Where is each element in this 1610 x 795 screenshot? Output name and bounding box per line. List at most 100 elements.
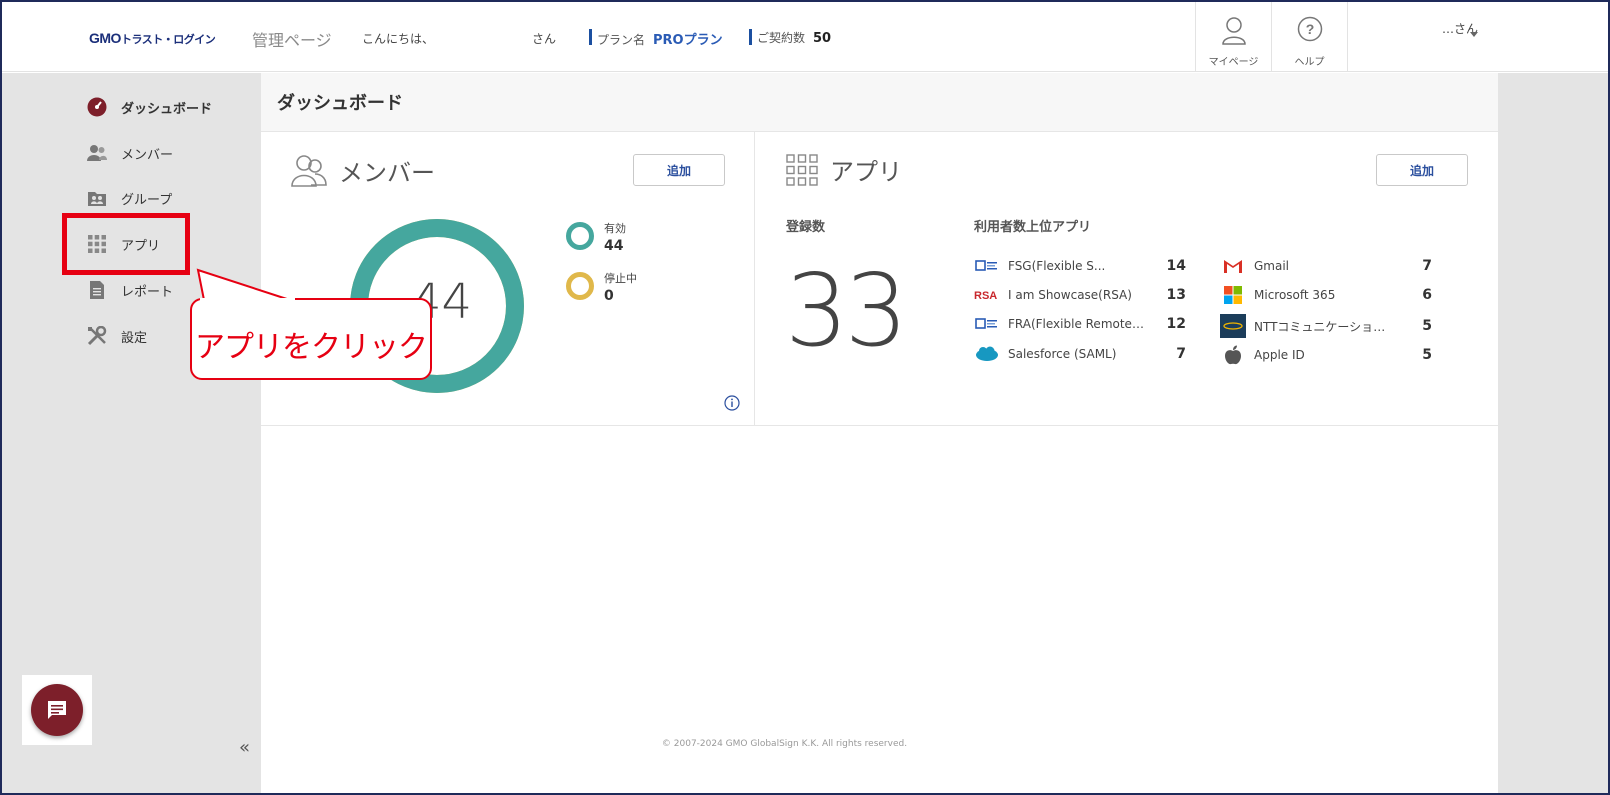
help-button[interactable]: ? ヘルプ xyxy=(1271,2,1347,72)
active-ring-icon xyxy=(566,222,594,250)
top-header: GMOトラスト・ログイン 管理ページ こんにちは、 さん プラン名 PROプラン … xyxy=(2,2,1608,72)
member-title-text: メンバー xyxy=(339,158,435,187)
collapse-sidebar-button[interactable]: « xyxy=(239,737,250,758)
app-count: 14 xyxy=(1166,258,1186,274)
app-row[interactable]: RSA I am Showcase(RSA) 13 xyxy=(974,284,1186,306)
logo-main: GMO xyxy=(89,30,121,46)
add-app-button[interactable]: 追加 xyxy=(1376,154,1468,186)
app-name: Apple ID xyxy=(1254,348,1305,362)
apps-outline-icon xyxy=(786,153,818,186)
app-title-text: アプリ xyxy=(830,158,902,186)
app-row[interactable]: Apple ID 5 xyxy=(1220,344,1432,366)
app-count: 5 xyxy=(1422,347,1432,363)
page-title: ダッシュボード xyxy=(277,93,403,114)
header-divider xyxy=(1347,2,1348,72)
sidebar-item-label: レポート xyxy=(121,284,174,300)
members-icon xyxy=(87,145,107,161)
app-row[interactable]: NTTコミュニケーション... 5 xyxy=(1220,314,1432,338)
legend-active-label: 有効 xyxy=(604,222,626,235)
sidebar-item-group[interactable]: グループ xyxy=(87,186,172,210)
app-name: Salesforce (SAML) xyxy=(1008,347,1117,361)
registered-count: 33 xyxy=(785,252,908,369)
annotation-callout-tail xyxy=(196,268,295,304)
app-row[interactable]: FSG(Flexible S... 14 xyxy=(974,255,1186,277)
app-name: Gmail xyxy=(1254,259,1290,273)
ntt-icon xyxy=(1220,314,1246,338)
right-gutter xyxy=(1498,73,1608,793)
legend-suspended: 停止中 0 xyxy=(566,270,637,304)
top-apps-label: 利用者数上位アプリ xyxy=(974,220,1092,235)
legend-suspended-value: 0 xyxy=(604,288,614,304)
sidebar-item-label: メンバー xyxy=(121,147,174,163)
app-name: FSG(Flexible S... xyxy=(1008,259,1106,273)
registered-label: 登録数 xyxy=(786,220,826,235)
logo-sub: トラスト・ログイン xyxy=(120,33,216,46)
plan-value: PROプラン xyxy=(653,33,723,48)
chat-button[interactable] xyxy=(31,684,83,736)
chat-icon xyxy=(48,701,66,719)
rsa-icon: RSA xyxy=(974,284,1000,306)
apple-icon xyxy=(1220,344,1246,366)
header-title: 管理ページ xyxy=(252,31,332,50)
info-icon[interactable] xyxy=(724,395,740,411)
contract-value: 50 xyxy=(813,31,832,46)
annotation-highlight-box xyxy=(62,213,190,275)
sidebar-item-label: グループ xyxy=(121,192,173,208)
members-outline-icon xyxy=(291,155,327,187)
app-row[interactable]: Gmail 7 xyxy=(1220,255,1432,277)
copyright-footer: © 2007-2024 GMO GlobalSign K.K. All righ… xyxy=(661,739,908,749)
help-icon: ? xyxy=(1297,16,1323,42)
plan-label: プラン名 xyxy=(597,33,646,47)
fra-icon xyxy=(974,313,1000,335)
report-icon xyxy=(90,281,104,299)
mypage-button[interactable]: マイページ xyxy=(1195,2,1271,72)
sidebar-item-settings[interactable]: 設定 xyxy=(87,324,147,348)
app-name: I am Showcase(RSA) xyxy=(1008,288,1132,302)
app-row[interactable]: FRA(Flexible Remote Acc... 12 xyxy=(974,313,1186,335)
chevron-down-icon[interactable] xyxy=(1470,32,1478,37)
page-header: ダッシュボード xyxy=(261,73,1498,132)
mypage-label: マイページ xyxy=(1208,57,1259,68)
salesforce-icon xyxy=(974,343,1000,365)
app-card: アプリ 追加 登録数 33 利用者数上位アプリ FSG(Flexible S..… xyxy=(755,132,1498,426)
microsoft-icon xyxy=(1220,284,1246,306)
app-count: 13 xyxy=(1166,287,1186,303)
legend-active-value: 44 xyxy=(604,238,624,254)
legend-suspended-label: 停止中 xyxy=(604,272,637,285)
dashboard-icon xyxy=(87,97,107,117)
help-label: ヘルプ xyxy=(1294,57,1325,68)
annotation-callout-text: アプリをクリック xyxy=(195,330,428,365)
member-card: メンバー 追加 44 有効 44 停止中 0 xyxy=(261,132,755,426)
group-icon xyxy=(88,192,106,206)
app-count: 12 xyxy=(1166,316,1186,332)
suspended-ring-icon xyxy=(566,272,594,300)
contract-info: ご契約数 50 xyxy=(749,29,832,46)
app-row[interactable]: Microsoft 365 6 xyxy=(1220,284,1432,306)
gmail-icon xyxy=(1220,255,1246,277)
member-card-title: メンバー xyxy=(291,152,435,188)
logo[interactable]: GMOトラスト・ログイン xyxy=(89,30,216,47)
svg-text:?: ? xyxy=(1306,21,1315,37)
sidebar-item-dashboard[interactable]: ダッシュボード xyxy=(87,95,212,119)
app-name: FRA(Flexible Remote Acc... xyxy=(1008,317,1146,331)
app-count: 6 xyxy=(1422,287,1432,303)
app-count: 7 xyxy=(1176,346,1186,362)
settings-icon xyxy=(87,326,107,346)
contract-label: ご契約数 xyxy=(757,31,806,45)
sidebar-item-label: ダッシュボード xyxy=(121,101,213,117)
greeting-text: こんにちは、 xyxy=(362,32,435,46)
legend-active: 有効 44 xyxy=(566,220,626,254)
svg-text:RSA: RSA xyxy=(974,290,997,302)
app-card-title: アプリ xyxy=(786,152,902,187)
app-count: 5 xyxy=(1422,318,1432,334)
greeting-suffix: さん xyxy=(532,32,557,46)
app-count: 7 xyxy=(1422,258,1432,274)
sidebar-item-label: 設定 xyxy=(121,330,148,346)
sidebar-item-report[interactable]: レポート xyxy=(87,278,173,302)
sidebar-item-members[interactable]: メンバー xyxy=(87,141,173,165)
fsg-icon xyxy=(974,255,1000,277)
app-name: NTTコミュニケーション... xyxy=(1254,319,1392,334)
app-row[interactable]: Salesforce (SAML) 7 xyxy=(974,343,1186,365)
add-member-button[interactable]: 追加 xyxy=(633,154,725,186)
chat-widget xyxy=(22,675,92,745)
